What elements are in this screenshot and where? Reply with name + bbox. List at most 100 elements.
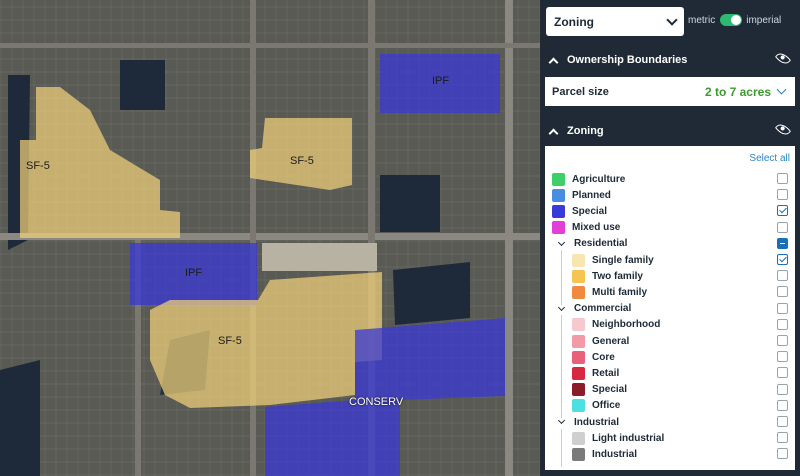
unit-switch: metric imperial: [688, 14, 781, 26]
color-swatch: [552, 204, 565, 218]
legend-item-general[interactable]: General: [545, 333, 795, 349]
legend-item-core[interactable]: Core: [545, 349, 795, 365]
color-swatch: [572, 350, 585, 364]
legend-label: Office: [592, 400, 621, 412]
legend-item-planned[interactable]: Planned: [545, 187, 795, 203]
app: IPF SF-5 SF-5 IPF SF-5 CONSERV Zoning me…: [0, 0, 800, 476]
layer-checkbox[interactable]: [777, 383, 788, 395]
legend-item-single-family[interactable]: Single family: [545, 252, 795, 268]
collapse-caret-icon[interactable]: [548, 128, 559, 138]
unit-toggle[interactable]: [720, 14, 743, 26]
zoning-title: Zoning: [567, 125, 604, 137]
zone-label-sf5-south: SF-5: [218, 335, 242, 347]
layer-checkbox[interactable]: [777, 318, 788, 330]
map-overlay: [0, 0, 540, 476]
layer-checkbox[interactable]: [777, 254, 788, 265]
parcel-size-label: Parcel size: [552, 85, 609, 98]
ownership-title: Ownership Boundaries: [567, 54, 688, 66]
color-swatch: [572, 334, 585, 348]
legend-label: Multi family: [592, 286, 648, 298]
chevron-down-icon[interactable]: [557, 238, 566, 246]
color-swatch: [572, 318, 585, 332]
layer-checkbox[interactable]: [777, 189, 788, 201]
chevron-down-icon[interactable]: [557, 303, 566, 311]
layer-checkbox[interactable]: [777, 335, 788, 346]
color-swatch: [572, 285, 585, 299]
legend-label: Light industrial: [592, 432, 665, 444]
layer-checkbox[interactable]: [777, 173, 788, 184]
open-lot: [262, 243, 377, 271]
legend-item-office[interactable]: Office: [545, 398, 795, 414]
legend-group-industrial[interactable]: Industrial: [545, 414, 795, 430]
eye-icon[interactable]: [774, 50, 792, 67]
parcel-size-filter[interactable]: Parcel size 2 to 7 acres: [545, 77, 795, 106]
legend-item-special[interactable]: Special: [545, 203, 795, 219]
legend-group-commercial[interactable]: Commercial: [545, 301, 795, 317]
legend-label: Industrial: [592, 448, 638, 460]
legend-item-special[interactable]: Special: [545, 382, 795, 398]
layer-checkbox[interactable]: [777, 302, 788, 314]
legend-item-light-industrial[interactable]: Light industrial: [545, 430, 795, 446]
lake: [120, 60, 165, 110]
zone-label-sf5-west: SF-5: [26, 160, 50, 172]
layer-checkbox[interactable]: [777, 286, 788, 298]
legend-label: Special: [572, 205, 608, 217]
layer-checkbox[interactable]: [777, 270, 788, 282]
zone-label-conserv: CONSERV: [349, 396, 404, 408]
legend-item-two-family[interactable]: Two family: [545, 268, 795, 284]
satellite-map[interactable]: IPF SF-5 SF-5 IPF SF-5 CONSERV: [0, 0, 540, 476]
road: [0, 43, 540, 48]
legend-label: Neighborhood: [592, 319, 661, 331]
zone-label-ipf-north: IPF: [432, 75, 450, 87]
collapse-caret-icon[interactable]: [548, 57, 559, 67]
zone-sf5-central[interactable]: [250, 118, 352, 190]
eye-icon[interactable]: [774, 121, 792, 138]
top-bar: Zoning metric imperial: [540, 0, 800, 46]
lake: [393, 262, 470, 325]
legend-label: General: [592, 335, 630, 347]
layer-checkbox[interactable]: [777, 221, 788, 233]
layer-select[interactable]: Zoning: [546, 7, 684, 36]
layer-checkbox[interactable]: [777, 399, 788, 411]
legend-item-industrial[interactable]: Industrial: [545, 446, 795, 462]
select-all-link[interactable]: Select all: [749, 153, 790, 164]
legend-item-mixed-use[interactable]: Mixed use: [545, 220, 795, 236]
legend-item-retail[interactable]: Retail: [545, 365, 795, 381]
color-swatch: [572, 399, 585, 413]
color-swatch: [552, 221, 565, 235]
layer-checkbox[interactable]: [777, 448, 788, 460]
layer-checkbox[interactable]: [777, 432, 788, 444]
zone-label-sf5-central: SF-5: [290, 155, 314, 167]
layers-panel: Zoning metric imperial Ownership Boundar…: [540, 0, 800, 476]
ownership-section-header[interactable]: Ownership Boundaries: [540, 46, 800, 74]
lake: [380, 175, 440, 232]
color-swatch: [552, 172, 565, 186]
legend-label: Industrial: [574, 416, 620, 428]
legend-item-agriculture[interactable]: Agriculture: [545, 171, 795, 187]
chevron-down-icon[interactable]: [557, 416, 566, 425]
color-swatch: [572, 383, 585, 397]
parcel-size-dropdown[interactable]: 2 to 7 acres: [705, 85, 787, 99]
color-swatch: [552, 188, 565, 202]
color-swatch: [572, 366, 585, 380]
legend-item-neighborhood[interactable]: Neighborhood: [545, 317, 795, 333]
legend-item-multi-family[interactable]: Multi family: [545, 284, 795, 300]
legend-label: Single family: [592, 254, 654, 266]
legend-group-residential[interactable]: Residential: [545, 236, 795, 252]
chevron-down-icon: [666, 13, 678, 26]
zoning-section-header[interactable]: Zoning: [540, 117, 800, 145]
legend-label: Planned: [572, 189, 611, 201]
layer-checkbox[interactable]: [777, 367, 788, 379]
zone-label-ipf-middle: IPF: [185, 267, 203, 279]
chevron-down-icon: [776, 84, 787, 95]
road: [505, 0, 513, 476]
layer-checkbox[interactable]: [777, 416, 788, 427]
unit-imperial-label: imperial: [746, 14, 782, 26]
layer-checkbox[interactable]: [777, 237, 788, 249]
color-swatch: [572, 447, 585, 461]
layer-checkbox[interactable]: [777, 205, 788, 217]
legend-label: Residential: [574, 238, 628, 250]
layer-checkbox[interactable]: [777, 351, 788, 363]
legend-label: Retail: [592, 367, 620, 379]
unit-metric-label: metric: [688, 14, 716, 26]
